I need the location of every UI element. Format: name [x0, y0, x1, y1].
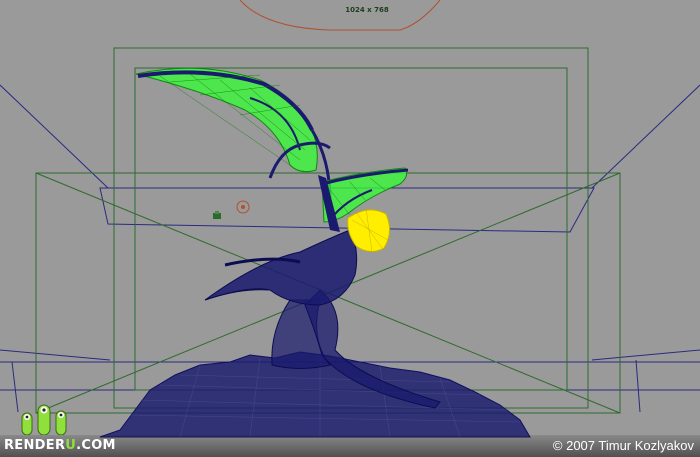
resolution-gate-arc [239, 0, 441, 31]
logo-text-right: .COM [76, 438, 116, 453]
resolution-label: 1024 x 768 [345, 6, 389, 14]
light-icon[interactable] [236, 200, 250, 214]
viewport-scene[interactable] [0, 0, 700, 457]
renderu-logo: RENDERU.COM [4, 438, 116, 453]
copyright-notice: © 2007 Timur Kozlyakov [552, 438, 694, 453]
dragon-wing-left[interactable] [135, 67, 332, 201]
alien-mascot-icon [21, 404, 67, 435]
maya-viewport[interactable]: 1024 x 768 RENDERU.COM © 2007 Timur Kozl… [0, 0, 700, 457]
camera-icon[interactable] [213, 211, 221, 219]
logo-text-accent: U [65, 438, 77, 453]
logo-text-left: RENDER [4, 438, 66, 453]
